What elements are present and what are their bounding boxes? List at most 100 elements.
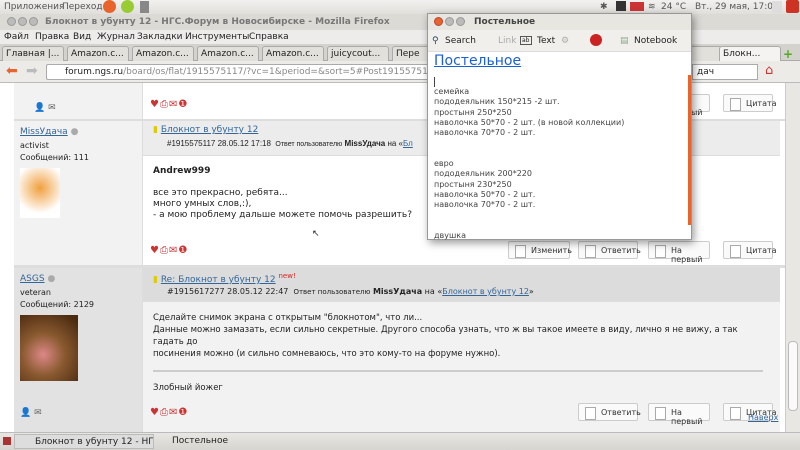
profile-icons[interactable]: 👤 ✉ [34,103,56,113]
link-button[interactable]: Link [498,36,516,46]
book-icon: ▮ [153,125,158,135]
text-button[interactable]: Text [537,36,555,46]
note-line: простыня 230*250 [434,179,512,189]
menu-view[interactable]: Вид [73,32,91,42]
menu-file[interactable]: Файл [4,32,29,42]
menu-edit[interactable]: Правка [35,32,69,42]
menu-history[interactable]: Журнал [97,32,135,42]
maximize-window-button[interactable] [29,17,38,26]
reply-user: MissУдача [372,287,423,296]
minimize-window-button[interactable] [18,17,27,26]
user-sidebar: ASGS ● veteran Сообщений: 2129 👤 ✉ [14,268,143,432]
search-input[interactable]: дач [692,64,758,80]
applications-menu[interactable]: Приложения [4,2,64,12]
back-to-top-link[interactable]: Наверх [748,413,778,422]
to-first-button[interactable]: На первый [648,403,710,426]
to-first-button[interactable]: На первый [648,241,710,264]
search-button[interactable]: Search [445,36,476,46]
app-launcher-icon[interactable] [121,0,134,13]
reply-link[interactable]: Бл [403,139,413,148]
url-host: forum.ngs.ru [65,67,124,77]
power-icon[interactable] [786,0,799,13]
post-title-link[interactable]: Блокнот в убунту 12 [161,125,259,135]
post-action-icons[interactable]: ♥⎙✉❶ [150,245,188,256]
wifi-icon[interactable]: ≋ [648,2,656,12]
tab[interactable]: Amazon.c... [67,46,129,61]
calculator-icon[interactable] [140,1,149,13]
taskbar: Блокнот в убунту 12 - НГ... Постельное [0,432,800,450]
maximize-window-button[interactable] [456,17,465,26]
tab-active[interactable]: Блокн... [719,46,781,61]
new-tab-button[interactable]: + [783,47,793,61]
bluetooth-icon[interactable]: ✱ [600,2,608,12]
weather-indicator[interactable]: 24 °C [661,2,686,12]
taskbar-item-firefox[interactable]: Блокнот в убунту 12 - НГ... [14,434,154,449]
notepad-window: Постельное ⚲ Search Link ab Text ⚙ ▤ Not… [427,13,692,240]
reply-end: » [528,287,534,296]
user-sidebar: MissУдача ● activist Сообщений: 111 [14,121,143,265]
firefox-launcher-icon[interactable] [103,0,116,13]
taskbar-item-notepad[interactable]: Постельное [154,434,294,449]
user-icon[interactable] [772,1,782,13]
url-path: /board/os/flat/1915575117/?vc=1&period=&… [123,67,440,77]
reply-button[interactable]: Ответить [578,241,641,259]
username-link[interactable]: ASGS [20,274,45,284]
quote-button[interactable]: Цитата [723,241,777,259]
username-link[interactable]: MissУдача [20,127,68,137]
notebook-icon: ▤ [620,36,629,46]
close-window-button[interactable] [7,17,16,26]
delete-icon[interactable] [590,34,602,46]
settings-icon[interactable]: ⚙ [561,36,569,46]
reply-user: MissУдача [344,139,386,148]
tab[interactable]: Amazon.c... [262,46,324,61]
edit-button[interactable]: Изменить [508,241,572,259]
menu-bookmarks[interactable]: Закладки [137,32,183,42]
notepad-toolbar: ⚲ Search Link ab Text ⚙ ▤ Notebook [428,30,691,52]
note-line: наволочка 50*70 - 2 шт. (в новой коллекц… [434,117,625,127]
note-line: двушка [434,231,467,241]
post-action-icons[interactable]: ♥⎙✉❶ [150,99,188,110]
back-icon[interactable]: ⬅ [6,63,18,79]
keyboard-flag-icon[interactable] [630,2,644,11]
scrollbar-thumb[interactable] [788,341,798,411]
reply-button[interactable]: Ответить [578,403,641,421]
notepad-title: Постельное [474,17,536,27]
quote-button[interactable]: Цитата [723,94,777,112]
clock[interactable]: Вт., 29 мая, 17:05 [695,2,779,12]
text-cursor [434,77,682,87]
notebook-button[interactable]: Notebook [634,36,677,46]
user-rank: veteran [20,288,51,297]
user-avatar [20,168,60,218]
notes-indicator-icon[interactable] [616,1,626,11]
scrollbar[interactable] [785,83,800,432]
home-icon[interactable]: ⌂ [765,63,773,78]
close-window-button[interactable] [434,17,443,26]
minimize-window-button[interactable] [445,17,454,26]
book-icon: ▮ [153,275,158,285]
prev-post-sidebar: 👤 ✉ [14,83,143,119]
profile-icons[interactable]: 👤 ✉ [20,408,42,418]
tab[interactable]: Amazon.c... [197,46,259,61]
reply-on: на « [424,287,443,296]
note-line: семейка [434,87,470,96]
note-heading[interactable]: Постельное [428,52,691,75]
post-action-icons[interactable]: ♥⎙✉❶ [150,407,188,418]
reply-link[interactable]: Блокнот в убунту 12 [442,287,529,296]
note-line: евро [434,159,454,169]
note-line: наволочка 50*70 - 2 шт. [434,189,536,199]
note-line: наволочка 70*70 - 2 шт. [434,128,536,138]
post-title-link[interactable]: Re: Блокнот в убунту 12 [161,275,276,285]
reply-on: на « [387,139,403,148]
note-text-area[interactable]: семейка пододеяльник 150*215 -2 шт. прос… [428,75,691,240]
tab[interactable]: Amazon.c... [132,46,194,61]
search-icon: ⚲ [432,36,439,46]
tab[interactable]: juicycout... [327,46,389,61]
menu-help[interactable]: Справка [249,32,289,42]
post-meta: #1915575117 28.05.12 17:18 [167,139,271,148]
menu-tools[interactable]: Инструменты [185,32,249,42]
tab[interactable]: Главная |... [2,46,64,61]
places-menu[interactable]: Переход [62,2,103,12]
show-desktop-icon[interactable] [3,437,11,445]
notepad-titlebar: Постельное [428,14,691,30]
forward-icon[interactable]: ➡ [26,63,38,79]
